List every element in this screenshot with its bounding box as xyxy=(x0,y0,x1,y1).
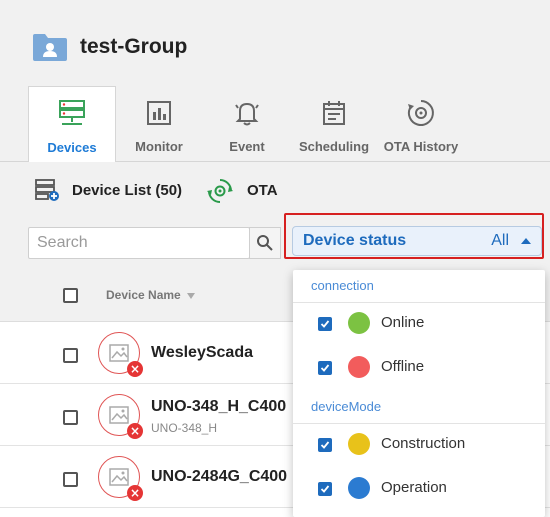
tab-label: OTA History xyxy=(383,139,459,154)
option-online[interactable]: Online xyxy=(293,303,545,345)
option-label: Online xyxy=(381,314,425,331)
option-offline[interactable]: Offline xyxy=(293,347,545,389)
device-image: × xyxy=(98,394,143,439)
row-checkbox[interactable] xyxy=(63,472,78,487)
error-badge-icon: × xyxy=(127,423,143,439)
tab-devices[interactable]: Devices xyxy=(28,86,116,163)
ota-icon[interactable] xyxy=(207,178,233,204)
ota-gear-icon xyxy=(406,98,436,128)
check-icon[interactable] xyxy=(318,361,332,375)
device-list-title: Device List (50) xyxy=(72,182,183,199)
tab-label: Scheduling xyxy=(298,139,370,154)
option-construction[interactable]: Construction xyxy=(293,424,545,466)
tab-label: Devices xyxy=(47,140,97,155)
search-button[interactable] xyxy=(249,227,281,259)
status-dot-icon xyxy=(348,433,370,455)
search-icon xyxy=(257,235,273,251)
image-placeholder-icon xyxy=(109,344,129,362)
tab-label: Monitor xyxy=(135,139,183,154)
row-checkbox[interactable] xyxy=(63,348,78,363)
status-dot-icon xyxy=(348,312,370,334)
check-icon[interactable] xyxy=(318,482,332,496)
image-placeholder-icon xyxy=(109,468,129,486)
select-all-checkbox[interactable] xyxy=(63,288,78,303)
device-list-header: Device List (50) OTA xyxy=(0,162,550,216)
status-filter-label: Device status xyxy=(303,232,407,249)
group-label-connection: connection xyxy=(311,278,374,293)
device-image: × xyxy=(98,456,143,501)
check-icon[interactable] xyxy=(318,317,332,331)
option-operation[interactable]: Operation xyxy=(293,468,545,510)
device-name[interactable]: UNO-348_H_C400 xyxy=(151,398,286,416)
device-list-icon xyxy=(35,179,59,201)
tab-event[interactable]: Event xyxy=(212,86,282,162)
device-image: × xyxy=(98,332,143,377)
tab-bar: Devices Monitor Event Scheduling OTA His… xyxy=(0,86,550,163)
monitor-chart-icon xyxy=(144,98,174,128)
top-bar xyxy=(0,0,550,22)
device-name[interactable]: WesleyScada xyxy=(151,344,253,362)
status-filter-value: All xyxy=(491,232,509,249)
status-dot-icon xyxy=(348,477,370,499)
calendar-icon xyxy=(319,98,349,128)
column-device-name-label: Device Name xyxy=(106,288,181,302)
column-device-name[interactable]: Device Name xyxy=(106,288,195,302)
status-dot-icon xyxy=(348,356,370,378)
folder-user-icon xyxy=(33,34,67,61)
tab-monitor[interactable]: Monitor xyxy=(116,86,202,162)
bell-icon xyxy=(232,98,262,128)
option-label: Construction xyxy=(381,435,466,452)
device-name[interactable]: UNO-2484G_C400 xyxy=(151,468,287,486)
option-label: Offline xyxy=(381,358,425,375)
ota-label[interactable]: OTA xyxy=(247,182,278,199)
row-checkbox[interactable] xyxy=(63,410,78,425)
group-title: test-Group xyxy=(80,35,188,58)
check-icon[interactable] xyxy=(318,438,332,452)
devices-icon xyxy=(57,99,87,129)
device-status-select[interactable]: Device status All xyxy=(292,226,542,256)
caret-up-icon xyxy=(521,238,531,244)
tab-label: Event xyxy=(229,139,265,154)
tab-scheduling[interactable]: Scheduling xyxy=(292,86,376,162)
error-badge-icon: × xyxy=(127,361,143,377)
device-model: UNO-348_H xyxy=(151,421,218,435)
group-header: test-Group xyxy=(0,22,550,84)
device-status-dropdown: connection Online Offline deviceMode Con… xyxy=(293,270,545,517)
group-label-devicemode: deviceMode xyxy=(311,399,382,414)
error-badge-icon: × xyxy=(127,485,143,501)
image-placeholder-icon xyxy=(109,406,129,424)
search-input[interactable] xyxy=(28,227,250,259)
tab-ota-history[interactable]: OTA History xyxy=(381,86,461,162)
sort-caret-icon xyxy=(186,292,195,299)
option-label: Operation xyxy=(381,479,447,496)
